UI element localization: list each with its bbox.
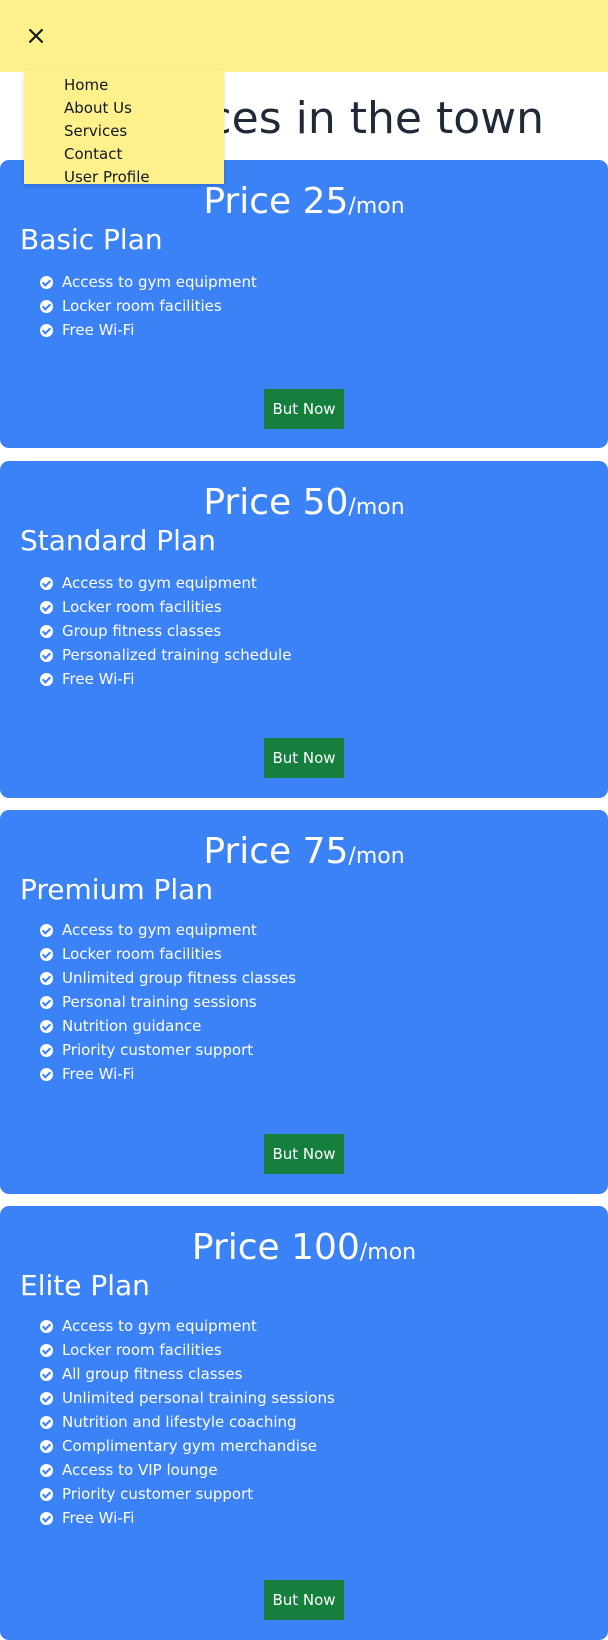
check-circle-icon — [40, 1319, 53, 1333]
check-circle-icon — [40, 995, 53, 1009]
feature-item: Personal training sessions — [40, 990, 296, 1014]
check-circle-icon — [40, 1343, 53, 1357]
feature-item: Locker room facilities — [40, 595, 291, 619]
check-circle-icon — [40, 923, 53, 937]
price-unit: /mon — [348, 495, 405, 520]
check-circle-icon — [40, 1415, 53, 1429]
check-circle-icon — [40, 1019, 53, 1033]
check-circle-icon — [40, 1511, 53, 1525]
feature-list: Access to gym equipment Locker room faci… — [40, 918, 296, 1086]
feature-item: Free Wi-Fi — [40, 667, 291, 691]
plan-name: Elite Plan — [20, 1269, 150, 1302]
buy-now-button[interactable]: But Now — [264, 738, 344, 778]
feature-item: Access to gym equipment — [40, 270, 257, 294]
check-circle-icon — [40, 1487, 53, 1501]
feature-item: Personalized training schedule — [40, 643, 291, 667]
feature-item: Group fitness classes — [40, 619, 291, 643]
price-amount: Price 100 — [191, 1227, 360, 1268]
feature-item: Access to gym equipment — [40, 1314, 335, 1338]
menu-item-user-profile[interactable]: User Profile — [64, 166, 150, 188]
check-circle-icon — [40, 1043, 53, 1057]
feature-item: Unlimited group fitness classes — [40, 966, 296, 990]
check-circle-icon — [40, 600, 53, 614]
top-bar: × — [0, 0, 608, 72]
check-circle-icon — [40, 1463, 53, 1477]
feature-item: Free Wi-Fi — [40, 318, 257, 342]
check-circle-icon — [40, 1439, 53, 1453]
feature-list: Access to gym equipment Locker room faci… — [40, 571, 291, 691]
check-circle-icon — [40, 576, 53, 590]
feature-item: Nutrition and lifestyle coaching — [40, 1410, 335, 1434]
price-unit: /mon — [348, 194, 405, 219]
feature-item: Priority customer support — [40, 1482, 335, 1506]
check-circle-icon — [40, 1367, 53, 1381]
feature-item: Free Wi-Fi — [40, 1062, 296, 1086]
plan-name: Premium Plan — [20, 873, 214, 906]
buy-now-button[interactable]: But Now — [264, 1134, 344, 1174]
feature-item: Locker room facilities — [40, 942, 296, 966]
menu-item-contact[interactable]: Contact — [64, 143, 122, 165]
check-circle-icon — [40, 299, 53, 313]
plan-name: Basic Plan — [20, 223, 163, 256]
feature-list: Access to gym equipment Locker room faci… — [40, 270, 257, 342]
price-amount: Price 25 — [203, 181, 349, 222]
menu-item-services[interactable]: Services — [64, 120, 127, 142]
feature-item: Complimentary gym merchandise — [40, 1434, 335, 1458]
feature-item: Free Wi-Fi — [40, 1506, 335, 1530]
price-amount: Price 75 — [203, 831, 349, 872]
plan-card-basic: Price 25/mon Basic Plan Access to gym eq… — [0, 160, 608, 448]
price-unit: /mon — [348, 844, 405, 869]
feature-item: Access to gym equipment — [40, 918, 296, 942]
feature-item: Locker room facilities — [40, 1338, 335, 1362]
plan-card-elite: Price 100/mon Elite Plan Access to gym e… — [0, 1206, 608, 1640]
check-circle-icon — [40, 971, 53, 985]
check-circle-icon — [40, 672, 53, 686]
feature-item: Priority customer support — [40, 1038, 296, 1062]
plan-card-standard: Price 50/mon Standard Plan Access to gym… — [0, 461, 608, 798]
check-circle-icon — [40, 275, 53, 289]
feature-item: Access to gym equipment — [40, 571, 291, 595]
buy-now-button[interactable]: But Now — [264, 1580, 344, 1620]
feature-list: Access to gym equipment Locker room faci… — [40, 1314, 335, 1530]
check-circle-icon — [40, 1391, 53, 1405]
plan-card-premium: Price 75/mon Premium Plan Access to gym … — [0, 810, 608, 1194]
feature-item: Nutrition guidance — [40, 1014, 296, 1038]
headline-text: ces in the town — [207, 93, 544, 144]
plan-name: Standard Plan — [20, 524, 216, 557]
price-amount: Price 50 — [203, 482, 349, 523]
nav-menu: Home About Us Services Contact User Prof… — [24, 70, 224, 186]
feature-item: All group fitness classes — [40, 1362, 335, 1386]
close-icon[interactable]: × — [22, 20, 50, 52]
check-circle-icon — [40, 648, 53, 662]
check-circle-icon — [40, 947, 53, 961]
feature-item: Access to VIP lounge — [40, 1458, 335, 1482]
check-circle-icon — [40, 323, 53, 337]
buy-now-button[interactable]: But Now — [264, 389, 344, 429]
feature-item: Unlimited personal training sessions — [40, 1386, 335, 1410]
feature-item: Locker room facilities — [40, 294, 257, 318]
menu-item-home[interactable]: Home — [64, 74, 108, 96]
menu-item-about[interactable]: About Us — [64, 97, 132, 119]
check-circle-icon — [40, 624, 53, 638]
price-unit: /mon — [359, 1240, 417, 1265]
check-circle-icon — [40, 1067, 53, 1081]
